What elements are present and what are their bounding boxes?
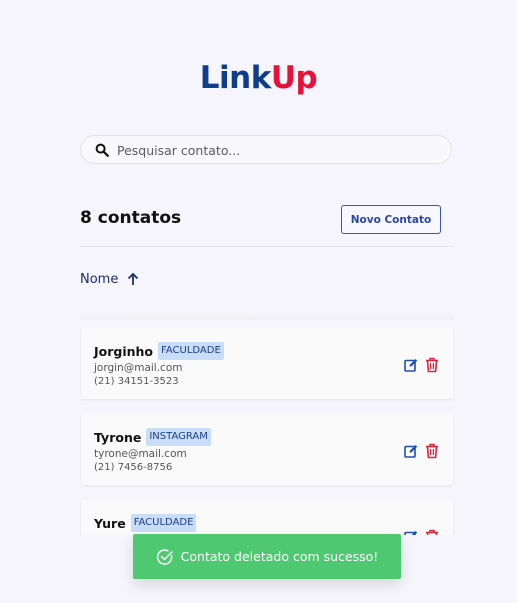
contact-card[interactable]: Tyrone INSTAGRAM tyrone@mail.com (21) 74…: [81, 414, 453, 485]
edit-icon[interactable]: [404, 530, 418, 535]
contact-name-row: Jorginho FACULDADE: [94, 342, 224, 360]
app-logo: LinkUp: [0, 58, 517, 98]
edit-icon[interactable]: [404, 358, 418, 372]
new-contact-button[interactable]: Novo Contato: [341, 205, 441, 234]
contact-tag: INSTAGRAM: [146, 428, 211, 446]
trash-icon[interactable]: [425, 357, 439, 373]
contact-card[interactable]: Yure FACULDADE: [81, 500, 453, 535]
contact-tag: FACULDADE: [130, 514, 197, 532]
sort-label: Nome: [80, 271, 119, 287]
trash-icon[interactable]: [425, 529, 439, 535]
check-circle-icon: [156, 548, 173, 565]
contact-phone: (21) 7456-8756: [94, 462, 173, 473]
contact-list[interactable]: Jorginho FACULDADE jorgin@mail.com (21) …: [76, 320, 460, 535]
search-bar[interactable]: [80, 135, 452, 164]
contact-name-row: Yure FACULDADE: [94, 514, 197, 532]
contact-email: tyrone@mail.com: [94, 448, 187, 460]
search-icon: [95, 143, 109, 157]
list-top-shade: [80, 312, 454, 320]
contact-name: Jorginho: [94, 343, 154, 359]
contact-name-row: Tyrone INSTAGRAM: [94, 428, 211, 446]
toast-message: Contato deletado com sucesso!: [180, 549, 379, 564]
contacts-count: 8 contatos: [80, 208, 182, 228]
contact-email: jorgin@mail.com: [94, 362, 183, 374]
search-input[interactable]: [117, 140, 437, 160]
header-divider: [80, 246, 454, 247]
contact-name: Tyrone: [94, 429, 142, 445]
logo-text-link: Link: [199, 60, 272, 96]
edit-icon[interactable]: [404, 444, 418, 458]
contact-phone: (21) 34151-3523: [94, 376, 179, 387]
sort-by-name-button[interactable]: Nome: [80, 269, 140, 289]
contact-tag: FACULDADE: [158, 342, 224, 360]
trash-icon[interactable]: [425, 443, 439, 459]
success-toast[interactable]: Contato deletado com sucesso!: [133, 534, 401, 579]
arrow-up-icon: [128, 272, 139, 285]
contact-card[interactable]: Jorginho FACULDADE jorgin@mail.com (21) …: [81, 328, 453, 399]
contact-name: Yure: [94, 515, 126, 531]
logo-text-up: Up: [270, 60, 318, 96]
